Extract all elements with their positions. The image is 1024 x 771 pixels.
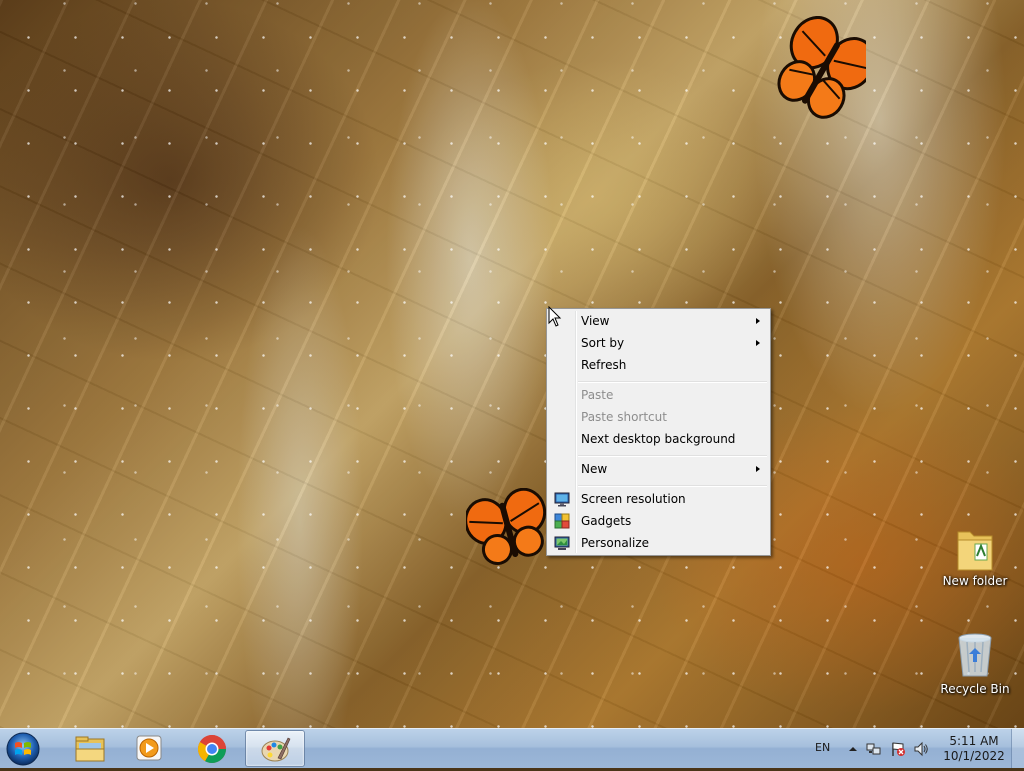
menu-item-personalize[interactable]: Personalize (549, 532, 768, 554)
menu-item-screen-resolution[interactable]: Screen resolution (549, 488, 768, 510)
paint-icon (261, 737, 291, 762)
desktop-context-menu: View Sort by Refresh Paste Paste shortcu… (546, 308, 771, 556)
system-clock[interactable]: 5:11 AM 10/1/2022 (934, 734, 1014, 764)
clock-date: 10/1/2022 (943, 749, 1005, 763)
screen-resolution-icon (554, 492, 570, 507)
language-indicator[interactable]: EN (815, 741, 830, 754)
network-icon[interactable] (866, 741, 882, 757)
menu-item-next-desktop-background[interactable]: Next desktop background (549, 428, 768, 450)
menu-item-label: Gadgets (581, 514, 632, 528)
menu-separator (578, 455, 767, 457)
personalize-icon (554, 536, 570, 550)
wallpaper-sparkles (0, 0, 1024, 728)
taskbar-button-explorer[interactable] (60, 730, 120, 767)
taskbar-button-media-player[interactable] (120, 730, 180, 767)
menu-separator (578, 381, 767, 383)
folder-icon (957, 531, 993, 571)
windows-orb-icon (6, 732, 40, 766)
recycle-bin-icon (958, 633, 992, 677)
desktop-icon-label: Recycle Bin (940, 682, 1010, 696)
desktop-icon-label: New folder (942, 574, 1008, 588)
explorer-folder-icon (75, 736, 105, 762)
gadgets-icon (554, 513, 570, 529)
menu-item-label: Refresh (581, 358, 627, 372)
submenu-arrow-icon (756, 318, 760, 324)
submenu-arrow-icon (756, 340, 760, 346)
show-hidden-icons-chevron-icon[interactable] (845, 741, 861, 757)
menu-item-label: Next desktop background (581, 432, 736, 446)
submenu-arrow-icon (756, 466, 760, 472)
start-button[interactable] (3, 730, 47, 768)
clock-time: 5:11 AM (949, 734, 999, 748)
taskbar-button-chrome[interactable] (182, 730, 242, 767)
desktop-icon-new-folder[interactable]: New folder (939, 526, 1011, 588)
menu-item-sort-by[interactable]: Sort by (549, 332, 768, 354)
menu-item-label: Sort by (581, 336, 625, 350)
butterfly-wallpaper-decoration (466, 488, 547, 565)
taskbar: EN 5:11 AM 10/1/2022 (0, 728, 1024, 768)
media-player-icon (136, 735, 162, 761)
action-center-flag-icon[interactable] (890, 741, 906, 757)
menu-item-label: Paste shortcut (581, 410, 667, 424)
menu-item-label: Screen resolution (581, 492, 686, 506)
show-desktop-button[interactable] (1011, 729, 1024, 768)
taskbar-button-paint[interactable] (245, 730, 305, 767)
menu-item-paste[interactable]: Paste (549, 384, 768, 406)
desktop-icon-recycle-bin[interactable]: Recycle Bin (939, 630, 1011, 696)
menu-item-label: Paste (581, 388, 614, 402)
volume-icon[interactable] (913, 741, 929, 757)
menu-item-label: Personalize (581, 536, 650, 550)
chrome-icon (198, 735, 226, 763)
mouse-pointer-icon (548, 306, 562, 327)
menu-item-new[interactable]: New (549, 458, 768, 480)
butterfly-wallpaper-decoration (777, 16, 866, 119)
menu-item-view[interactable]: View (549, 310, 768, 332)
menu-item-label: New (581, 462, 608, 476)
menu-item-label: View (581, 314, 610, 328)
menu-item-paste-shortcut[interactable]: Paste shortcut (549, 406, 768, 428)
menu-separator (578, 485, 767, 487)
menu-item-gadgets[interactable]: Gadgets (549, 510, 768, 532)
desktop[interactable]: New folder Recycle Bin View Sort by Refr… (0, 0, 1024, 728)
menu-item-refresh[interactable]: Refresh (549, 354, 768, 376)
